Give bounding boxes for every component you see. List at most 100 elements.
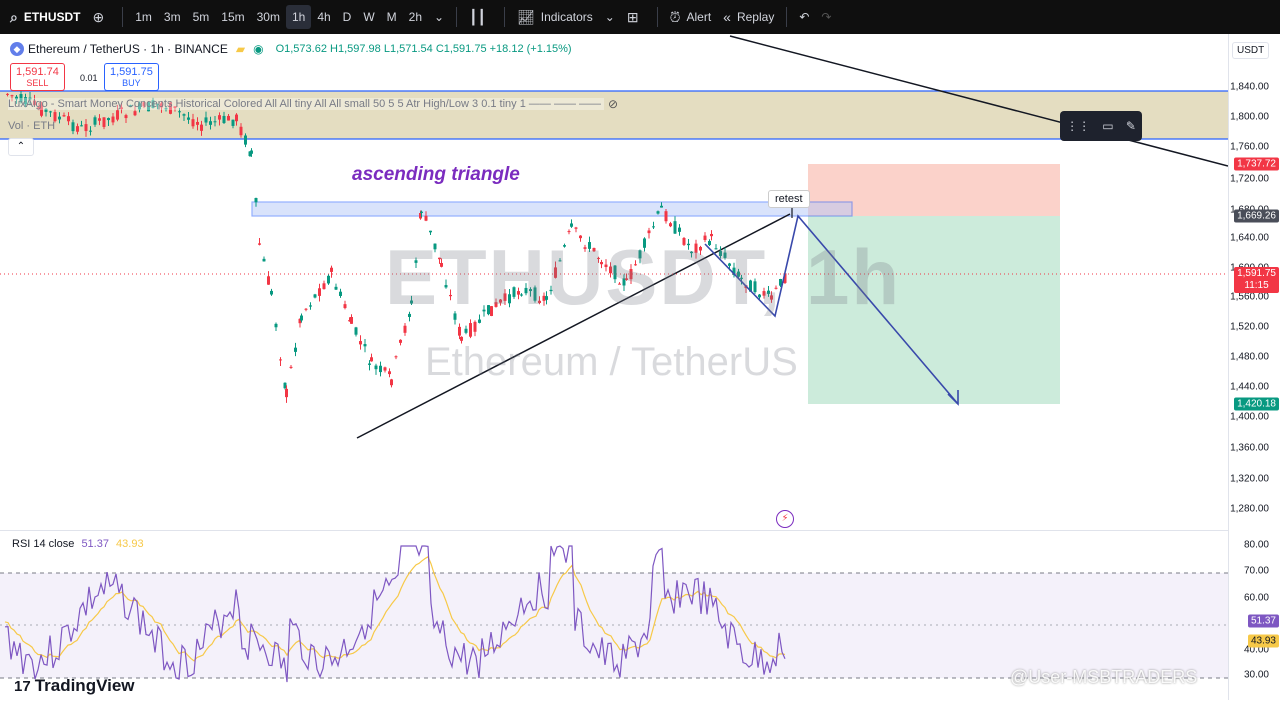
candle-body: [403, 325, 407, 333]
compare-symbol-button[interactable]: ⊕: [87, 0, 117, 34]
rsi-tick: 80.00: [1243, 539, 1269, 551]
candle-body: [182, 114, 186, 116]
rsi-legend[interactable]: RSI 14 close 51.37 43.93: [12, 538, 144, 550]
interval-30m[interactable]: 30m: [251, 0, 286, 34]
tradingview-logo[interactable]: 17 TradingView: [14, 676, 135, 696]
candle-body: [178, 111, 181, 113]
search-icon: ⌕: [10, 8, 18, 25]
symbol-watermark: ETHUSDT, 1h: [385, 233, 902, 321]
candle-body: [89, 130, 92, 132]
price-tick: 1,720.00: [1230, 173, 1269, 185]
alert-button[interactable]: ⏰︎ Alert: [664, 0, 718, 34]
candle-body: [343, 304, 347, 309]
interval-w[interactable]: W: [357, 0, 380, 34]
interval-d[interactable]: D: [337, 0, 358, 34]
chevron-down-icon: ⌄: [434, 10, 445, 24]
candle-body: [334, 286, 338, 290]
rsi-ma-value: 43.93: [116, 538, 144, 550]
drag-handle-icon[interactable]: ⋮⋮: [1066, 119, 1090, 133]
snapshot-icon[interactable]: ⚡︎: [776, 510, 794, 528]
rectangle-tool-icon[interactable]: ▭: [1102, 119, 1113, 133]
candle-body: [390, 379, 393, 386]
buy-button[interactable]: 1,591.75 BUY: [104, 63, 159, 91]
resistance-box[interactable]: [251, 201, 853, 217]
candle-body: [209, 121, 212, 125]
price-tick: 1,520.00: [1230, 321, 1269, 333]
candle-body: [327, 275, 330, 284]
retest-label[interactable]: retest: [768, 190, 810, 208]
candle-body: [279, 359, 282, 361]
candle-body: [62, 115, 66, 117]
price-tick: 1,360.00: [1230, 442, 1269, 454]
luxalgo-indicator-row[interactable]: LuxAlgo - Smart Money Concepts Historica…: [8, 98, 604, 110]
price-tick: 1,840.00: [1230, 81, 1269, 93]
candle-body: [420, 211, 423, 213]
candle-body: [289, 366, 293, 368]
interval-1m[interactable]: 1m: [129, 0, 158, 34]
candle-body: [6, 93, 9, 95]
indicators-dropdown-button[interactable]: ⌄: [599, 0, 621, 34]
candle-body: [339, 291, 342, 296]
alarm-icon: ⏰︎: [669, 8, 681, 25]
interval-2h[interactable]: 2h: [403, 0, 428, 34]
spread-value: 0.01: [80, 73, 98, 83]
interval-dropdown-button[interactable]: ⌄: [428, 0, 450, 34]
sell-price: 1,591.74: [16, 66, 59, 78]
candle-body: [84, 124, 88, 132]
candle-body: [80, 125, 83, 127]
indicators-button[interactable]: 📈︎ Indicators: [511, 0, 599, 34]
sell-label: SELL: [26, 78, 49, 88]
candle-body: [254, 198, 258, 203]
interval-3m[interactable]: 3m: [158, 0, 187, 34]
redo-button[interactable]: ↷: [815, 0, 837, 34]
eth-logo-icon: ◆: [10, 42, 24, 56]
candle-body: [262, 258, 266, 262]
buy-price: 1,591.75: [110, 66, 153, 78]
toolbar-divider: [456, 7, 458, 27]
price-axis[interactable]: USDT 1,840.00 1,800.00 1,760.00 1,720.00 1,6…: [1228, 34, 1280, 700]
rsi-value: 51.37: [81, 538, 109, 550]
tv-logo-text: TradingView: [34, 676, 135, 695]
layouts-button[interactable]: ⊞: [621, 0, 651, 34]
candles-icon: ┃┃: [469, 8, 486, 25]
candle-body: [213, 121, 217, 123]
interval-5m[interactable]: 5m: [187, 0, 216, 34]
price-tick: 1,800.00: [1230, 111, 1269, 123]
replay-label: Replay: [736, 10, 775, 24]
indicators-label: Indicators: [540, 10, 593, 24]
rewind-icon: «: [723, 9, 731, 25]
sell-button[interactable]: 1,591.74 SELL: [10, 63, 65, 91]
interval-4h[interactable]: 4h: [311, 0, 336, 34]
candle-body: [322, 283, 326, 290]
interval-m[interactable]: M: [381, 0, 403, 34]
candle-body: [218, 115, 221, 120]
replay-button[interactable]: « Replay: [717, 0, 780, 34]
candle-body: [304, 308, 308, 310]
brush-tool-icon[interactable]: ✎: [1126, 119, 1136, 133]
candle-body: [71, 122, 75, 132]
interval-15m[interactable]: 15m: [215, 0, 250, 34]
drawing-toolbar[interactable]: ⋮⋮ ▭ ✎: [1060, 111, 1142, 141]
candle-body: [424, 215, 428, 221]
hide-indicator-icon[interactable]: ⊘: [608, 97, 618, 111]
currency-selector[interactable]: USDT: [1232, 42, 1270, 59]
volume-indicator-row[interactable]: Vol · ETH: [8, 120, 55, 132]
candle-body: [379, 365, 382, 373]
interval-1h[interactable]: 1h: [285, 5, 312, 29]
candle-body: [231, 119, 235, 126]
legend-title[interactable]: Ethereum / TetherUS · 1h · BINANCE: [28, 42, 228, 56]
candle-body: [285, 388, 288, 398]
pattern-label[interactable]: ascending triangle: [352, 164, 520, 186]
trendline-price-tag: 1,737.72: [1234, 157, 1279, 171]
collapse-legend-button[interactable]: ⌃: [8, 138, 34, 156]
candle-body: [93, 117, 97, 125]
undo-button[interactable]: ↶: [793, 0, 815, 34]
credit-watermark: @User-MSBTRADERS: [1010, 667, 1198, 687]
symbol-search-button[interactable]: ⌕ ETHUSDT: [0, 0, 87, 34]
candle-body: [58, 116, 61, 120]
toolbar-divider: [786, 7, 788, 27]
rsi-tick: 70.00: [1243, 565, 1269, 577]
candle-body: [313, 294, 317, 298]
chart-type-button[interactable]: ┃┃: [463, 0, 498, 34]
rsi-value-tag: 51.37: [1247, 614, 1279, 628]
